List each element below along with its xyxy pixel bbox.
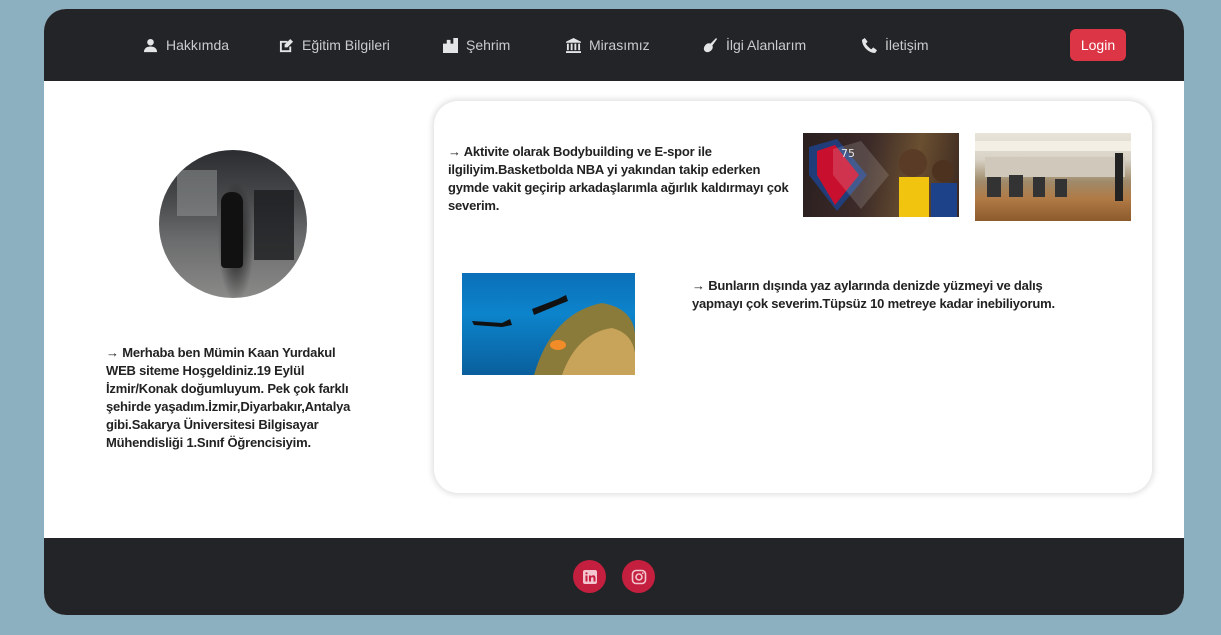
landmark-icon xyxy=(566,37,581,53)
footer xyxy=(44,538,1184,615)
city-icon xyxy=(443,37,458,53)
nav-item-iletisim[interactable]: İletişim xyxy=(862,9,929,81)
linkedin-button[interactable] xyxy=(573,560,606,593)
avatar xyxy=(159,150,307,298)
instagram-icon xyxy=(631,569,646,584)
nav-item-sehrim[interactable]: Şehrim xyxy=(443,9,510,81)
nav-item-egitim[interactable]: Eğitim Bilgileri xyxy=(279,9,390,81)
bio-text: → Merhaba ben Mümin Kaan Yurdakul WEB si… xyxy=(106,345,351,450)
nav-label: İletişim xyxy=(885,37,929,53)
guitar-icon xyxy=(703,37,718,52)
interest-text-sports: → Aktivite olarak Bodybuilding ve E-spor… xyxy=(448,144,789,213)
svg-text:75: 75 xyxy=(841,147,855,160)
nav-item-ilgi-alanlarim[interactable]: İlgi Alanlarım xyxy=(703,9,806,81)
nba-image: 75 xyxy=(803,133,959,217)
phone-icon xyxy=(862,37,877,53)
diving-image xyxy=(462,273,635,375)
user-icon xyxy=(143,38,158,52)
edit-icon xyxy=(279,38,294,52)
nav-label: Mirasımız xyxy=(589,37,650,53)
interest-text-diving: → Bunların dışında yaz aylarında denizde… xyxy=(692,278,1055,311)
login-button[interactable]: Login xyxy=(1070,29,1126,61)
linkedin-icon xyxy=(582,569,597,584)
gym-image xyxy=(975,133,1131,221)
nav-label: İlgi Alanlarım xyxy=(726,37,807,53)
main-content: → Merhaba ben Mümin Kaan Yurdakul WEB si… xyxy=(44,81,1184,538)
interests-card: → Aktivite olarak Bodybuilding ve E-spor… xyxy=(434,101,1152,493)
nav-label: Eğitim Bilgileri xyxy=(302,37,390,53)
nav-item-mirasimiz[interactable]: Mirasımız xyxy=(566,9,650,81)
navbar: Hakkımda Eğitim Bilgileri Şehrim Mirasım… xyxy=(44,9,1184,81)
instagram-button[interactable] xyxy=(622,560,655,593)
page-frame: Hakkımda Eğitim Bilgileri Şehrim Mirasım… xyxy=(44,9,1184,615)
nav-label: Hakkımda xyxy=(166,37,230,53)
nav-item-hakkimda[interactable]: Hakkımda xyxy=(143,9,229,81)
nav-label: Şehrim xyxy=(466,37,511,53)
